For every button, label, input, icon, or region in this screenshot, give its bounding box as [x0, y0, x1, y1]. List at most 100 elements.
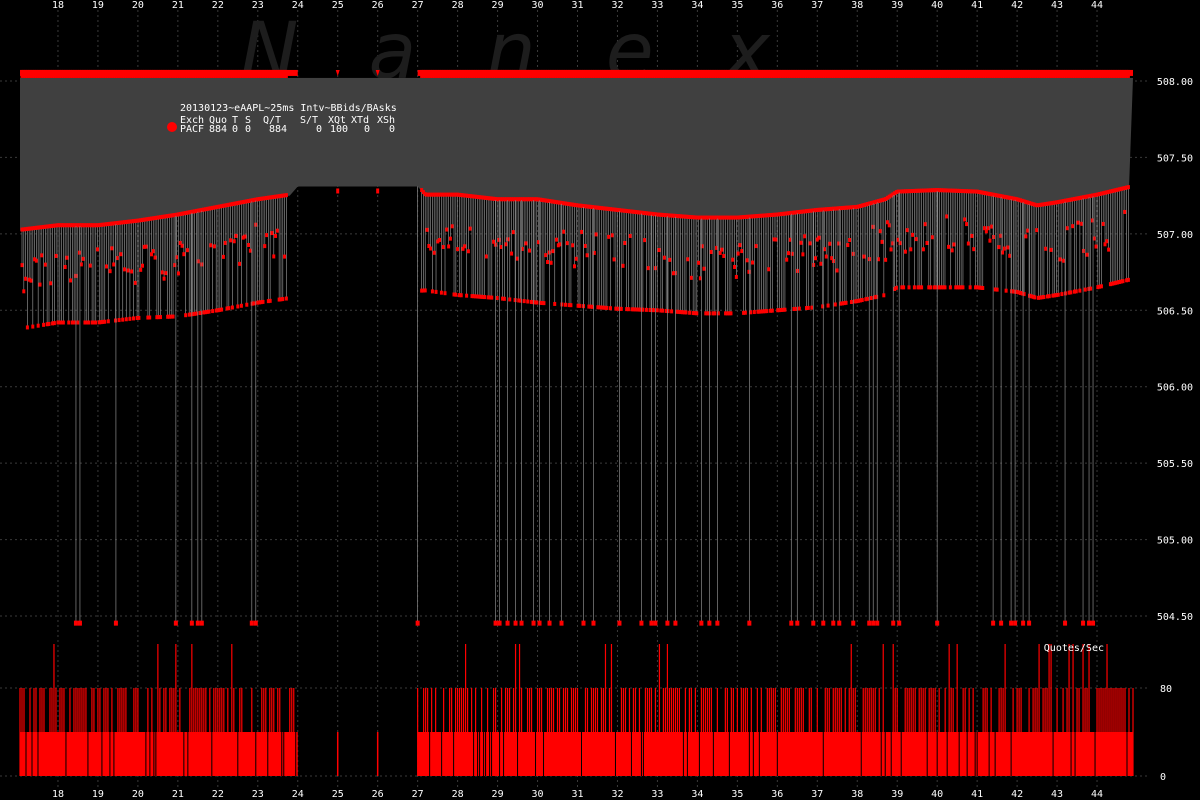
- bid-marker: [1090, 218, 1094, 223]
- deep-drop-marker: [665, 620, 670, 626]
- deep-drop-marker: [639, 620, 644, 626]
- bid-marker: [484, 254, 488, 259]
- bid-marker: [828, 241, 832, 246]
- bid-marker: [695, 311, 699, 316]
- bid-marker: [754, 244, 758, 249]
- bid-marker: [833, 302, 837, 307]
- bid-marker: [848, 238, 852, 243]
- bid-marker: [1004, 288, 1008, 293]
- x-tick-label-top: 38: [851, 0, 863, 11]
- bid-marker: [948, 285, 952, 290]
- bid-marker: [124, 317, 128, 322]
- bid-marker: [555, 237, 559, 242]
- bid-marker: [821, 304, 825, 309]
- bid-marker: [270, 231, 274, 236]
- bid-marker: [513, 298, 517, 303]
- deep-drop-marker: [1013, 620, 1018, 626]
- bid-marker: [128, 316, 132, 321]
- bid-marker: [1065, 226, 1069, 231]
- bid-marker: [1071, 224, 1075, 229]
- deep-drop-marker: [991, 620, 996, 626]
- bid-marker: [551, 249, 555, 254]
- bid-marker: [490, 295, 494, 300]
- x-tick-label-bottom: 22: [212, 789, 224, 800]
- bid-marker: [546, 260, 550, 265]
- x-tick-label-top: 18: [52, 0, 64, 11]
- bid-marker: [943, 285, 947, 290]
- x-tick-label-top: 34: [691, 0, 703, 11]
- bid-marker: [445, 227, 449, 232]
- bid-marker: [130, 269, 134, 274]
- bid-marker: [565, 241, 569, 246]
- bid-marker: [544, 253, 548, 258]
- bid-marker: [38, 282, 42, 287]
- bid-marker: [860, 298, 864, 303]
- bid-marker: [40, 253, 44, 258]
- bid-marker: [268, 298, 272, 303]
- bid-marker: [571, 243, 575, 248]
- bid-marker: [87, 320, 91, 325]
- gap-bid-tick: [376, 188, 380, 194]
- deep-drop-marker: [195, 620, 200, 626]
- y-tick-label: 505.50: [1157, 459, 1193, 470]
- bid-marker: [751, 260, 755, 265]
- bid-marker: [1101, 221, 1105, 226]
- bid-marker: [265, 233, 269, 238]
- deep-drop-marker: [795, 620, 800, 626]
- bid-marker: [1044, 246, 1048, 251]
- bid-marker: [923, 222, 927, 227]
- bid-marker: [803, 234, 807, 239]
- deep-drop-marker: [415, 620, 420, 626]
- bid-marker: [846, 243, 850, 248]
- gap-bid-tick: [336, 188, 340, 194]
- x-tick-label-top: 36: [771, 0, 783, 11]
- bid-marker: [999, 233, 1003, 238]
- bid-marker: [456, 247, 460, 252]
- bid-marker: [72, 320, 76, 325]
- bid-marker: [207, 309, 211, 314]
- deep-drop-marker: [617, 620, 622, 626]
- x-tick-label-bottom: 43: [1051, 789, 1063, 800]
- bid-marker: [920, 285, 924, 290]
- x-tick-label-top: 32: [611, 0, 623, 11]
- bid-marker: [862, 254, 866, 259]
- deep-drop-marker: [253, 620, 258, 626]
- bid-marker: [1024, 234, 1028, 239]
- deep-drop-marker: [1087, 620, 1092, 626]
- bid-marker: [1049, 247, 1053, 252]
- bid-marker: [114, 318, 118, 323]
- bid-marker: [585, 253, 589, 258]
- x-tick-label-bottom: 42: [1011, 789, 1023, 800]
- deep-drop-marker: [531, 620, 536, 626]
- bid-marker: [535, 300, 539, 305]
- bid-marker: [1035, 228, 1039, 233]
- bid-marker: [24, 276, 28, 281]
- bid-marker: [443, 291, 447, 296]
- bid-marker: [628, 233, 632, 238]
- bid-marker: [221, 254, 225, 259]
- bid-marker: [42, 322, 46, 327]
- bid-marker: [158, 315, 162, 320]
- bid-marker: [785, 257, 789, 262]
- bid-marker: [907, 285, 911, 290]
- bid-marker: [986, 226, 990, 231]
- bid-marker: [608, 306, 612, 311]
- x-tick-label-bottom: 44: [1091, 789, 1103, 800]
- bid-marker: [1042, 295, 1046, 300]
- deep-drop-marker: [871, 620, 876, 626]
- bid-marker: [463, 244, 467, 249]
- bid-marker: [131, 316, 135, 321]
- bid-marker: [720, 247, 724, 252]
- bid-marker: [950, 248, 954, 253]
- x-tick-label-top: 44: [1091, 0, 1103, 11]
- bid-marker: [243, 234, 247, 239]
- bid-marker: [988, 238, 992, 243]
- x-tick-label-bottom: 27: [412, 789, 424, 800]
- x-tick-label-bottom: 40: [931, 789, 943, 800]
- bid-marker: [274, 233, 278, 238]
- bid-marker: [801, 252, 805, 257]
- deep-drop-marker: [537, 620, 542, 626]
- x-tick-label-top: 26: [372, 0, 384, 11]
- x-tick-label-top: 27: [412, 0, 424, 11]
- bid-marker: [605, 305, 609, 310]
